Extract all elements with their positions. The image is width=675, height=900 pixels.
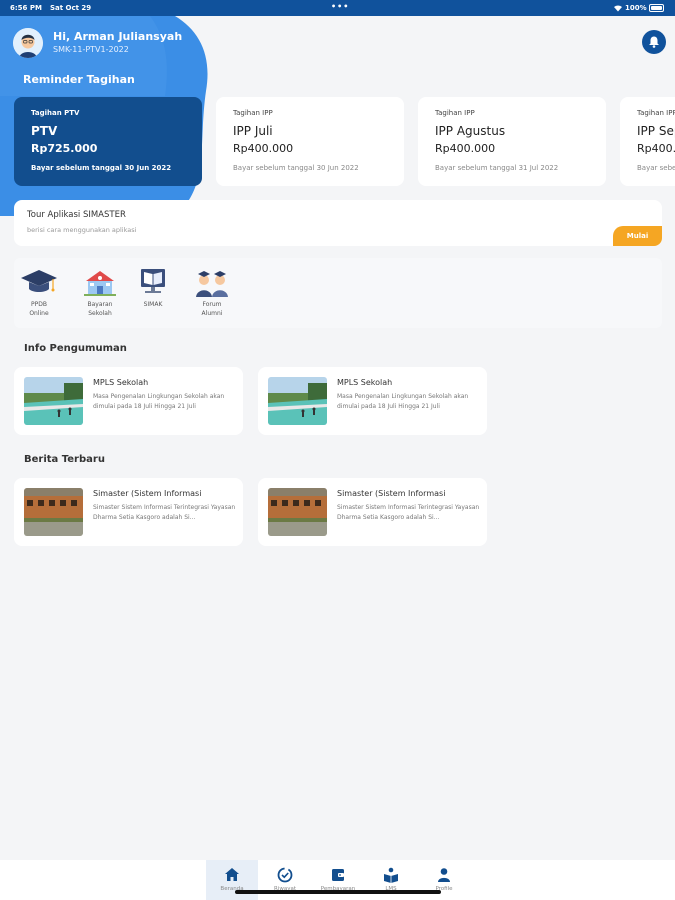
- news-card[interactable]: Simaster (Sistem Informasi Simaster Sist…: [258, 478, 487, 546]
- school-photo-icon: [24, 488, 83, 536]
- announcement-body: Masa Pengenalan Lingkungan Sekolah akan …: [337, 393, 469, 410]
- news-excerpt: Simaster Sistem Informasi Terintegrasi Y…: [93, 504, 236, 521]
- tour-title: Tour Aplikasi SIMASTER: [27, 210, 126, 220]
- menu-item-ppdb[interactable]: PPDB Online: [14, 266, 64, 318]
- field-photo-icon: [268, 377, 327, 425]
- field-photo-icon: [24, 377, 83, 425]
- menu-item-bayaran[interactable]: Bayaran Sekolah: [75, 266, 125, 318]
- bill-card[interactable]: Tagihan PTV PTV Rp725.000 Bayar sebelum …: [14, 97, 202, 186]
- bill-label: Tagihan IPP: [233, 109, 273, 117]
- reminder-title: Reminder Tagihan: [23, 73, 135, 86]
- bill-due-date: Bayar sebelum tanggal 30 Jun 2022: [31, 164, 172, 172]
- bill-name: IPP Juli: [233, 124, 273, 138]
- bill-name: PTV: [31, 124, 58, 138]
- menu-item-forum-alumni[interactable]: Forum Alumni: [187, 266, 237, 318]
- bill-label: Tagihan IPP: [637, 109, 675, 117]
- announcement-card[interactable]: MPLS Sekolah Masa Pengenalan Lingkungan …: [258, 367, 487, 435]
- bill-amount: Rp400.000: [637, 142, 675, 155]
- menu-label: PPDB Online: [29, 301, 49, 317]
- battery-icon: [649, 4, 664, 12]
- bell-icon: [649, 36, 659, 48]
- bill-due-date: Bayar sebelum tanggal 31 Jul 2022: [435, 164, 559, 172]
- user-icon: [438, 868, 450, 882]
- menu-label: Bayaran Sekolah: [87, 301, 113, 317]
- announcement-thumbnail: [268, 377, 327, 425]
- nav-item-pembayaran[interactable]: Pembayaran: [312, 860, 364, 900]
- graduates-icon: [196, 271, 228, 297]
- school-photo-icon: [268, 488, 327, 536]
- bill-label: Tagihan PTV: [31, 109, 80, 117]
- bill-name: IPP September: [637, 124, 675, 138]
- greeting-text: Hi, Arman Juliansyah: [53, 30, 183, 43]
- announcement-title: MPLS Sekolah: [337, 378, 393, 387]
- news-thumbnail: [24, 488, 83, 536]
- bill-card[interactable]: Tagihan IPP IPP Agustus Rp400.000 Bayar …: [418, 97, 606, 186]
- book-monitor-icon: [141, 269, 165, 293]
- bill-due-date: Bayar sebelum tanggal 30 Jun 2022: [233, 164, 359, 172]
- news-excerpt: Simaster Sistem Informasi Terintegrasi Y…: [337, 504, 480, 521]
- start-tour-button[interactable]: Mulai: [613, 226, 662, 246]
- news-card[interactable]: Simaster (Sistem Informasi Simaster Sist…: [14, 478, 243, 546]
- school-building-icon: [84, 271, 116, 296]
- home-indicator[interactable]: [235, 890, 441, 894]
- announcement-title: MPLS Sekolah: [93, 378, 149, 387]
- status-date: Sat Oct 29: [50, 4, 92, 12]
- bill-card[interactable]: Tagihan IPP IPP September Rp400.000 Baya…: [620, 97, 675, 186]
- tour-subtitle: berisi cara menggunakan aplikasi: [27, 226, 137, 234]
- student-avatar-icon: [13, 28, 43, 58]
- announcement-card[interactable]: MPLS Sekolah Masa Pengenalan Lingkungan …: [14, 367, 243, 435]
- news-thumbnail: [268, 488, 327, 536]
- graduation-cap-icon: [21, 270, 57, 292]
- announcement-body: Masa Pengenalan Lingkungan Sekolah akan …: [93, 393, 225, 410]
- menu-label: Forum Alumni: [201, 301, 223, 317]
- bill-label: Tagihan IPP: [435, 109, 475, 117]
- status-bar: 6:56 PM Sat Oct 29 ••• 100%: [0, 0, 675, 16]
- multitask-dots[interactable]: •••: [331, 2, 349, 11]
- menu-item-simak[interactable]: SIMAK: [128, 266, 178, 309]
- news-title: Berita Terbaru: [24, 454, 105, 465]
- student-class-id: SMK-11-PTV1-2022: [53, 45, 129, 54]
- news-headline: Simaster (Sistem Informasi: [337, 489, 446, 498]
- bill-carousel[interactable]: Tagihan PTV PTV Rp725.000 Bayar sebelum …: [0, 97, 675, 187]
- history-icon: [277, 867, 293, 883]
- wallet-icon: [332, 869, 344, 881]
- nav-item-lms[interactable]: LMS: [365, 860, 417, 900]
- wifi-icon: [614, 5, 622, 12]
- notification-button[interactable]: [642, 30, 666, 54]
- bill-card[interactable]: Tagihan IPP IPP Juli Rp400.000 Bayar seb…: [216, 97, 404, 186]
- home-icon: [225, 868, 239, 881]
- battery-percent: 100%: [625, 4, 647, 12]
- bill-due-date: Bayar sebelum tanggal 31 Agu 2022: [637, 164, 675, 172]
- nav-item-beranda[interactable]: Beranda: [206, 860, 258, 900]
- bill-name: IPP Agustus: [435, 124, 506, 138]
- nav-item-profile[interactable]: Profile: [418, 860, 470, 900]
- bill-amount: Rp400.000: [233, 142, 294, 155]
- announcements-title: Info Pengumuman: [24, 343, 127, 354]
- bottom-navigation: Beranda Riwayat Pembayaran LMS Profile: [0, 860, 675, 900]
- bill-amount: Rp725.000: [31, 142, 98, 155]
- status-time: 6:56 PM: [10, 4, 42, 12]
- menu-label: SIMAK: [143, 301, 163, 308]
- avatar[interactable]: [13, 28, 43, 58]
- bill-amount: Rp400.000: [435, 142, 496, 155]
- news-headline: Simaster (Sistem Informasi: [93, 489, 202, 498]
- app-tour-card: Tour Aplikasi SIMASTER berisi cara mengg…: [14, 200, 662, 246]
- nav-item-riwayat[interactable]: Riwayat: [259, 860, 311, 900]
- quick-menu: PPDB Online Bayaran Sekolah SIMAK Forum …: [14, 258, 662, 328]
- announcement-thumbnail: [24, 377, 83, 425]
- reader-icon: [384, 867, 398, 883]
